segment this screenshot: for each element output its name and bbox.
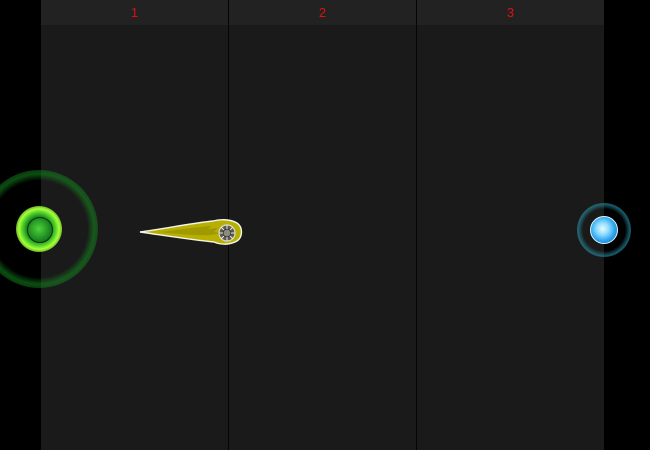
lane-2[interactable]: 2 <box>229 0 416 450</box>
lane-3[interactable]: 3 <box>417 0 604 450</box>
player-orb-core <box>27 217 53 243</box>
lane-1-label: 1 <box>41 0 228 25</box>
yellow-comet-icon <box>139 218 243 245</box>
lane-3-label: 3 <box>417 0 604 25</box>
lane-divider <box>416 0 417 450</box>
game-stage: 1 2 3 <box>0 0 650 450</box>
blue-energy-orb-icon <box>590 216 618 244</box>
lane-2-label: 2 <box>229 0 416 25</box>
